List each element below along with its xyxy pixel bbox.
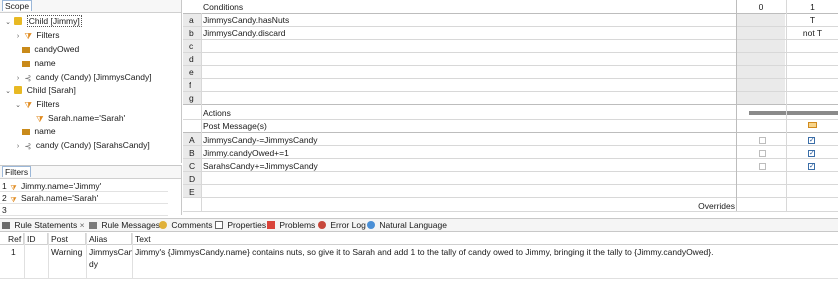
action-checkbox-col1[interactable]: ✓: [808, 163, 815, 170]
action-checkbox-col1[interactable]: ✓: [808, 137, 815, 144]
filter-row[interactable]: 1 ⧩ Jimmy.name='Jimmy': [0, 180, 168, 192]
error-log-icon: [318, 221, 326, 229]
natural-language-icon: [367, 221, 375, 229]
scope-tab[interactable]: Scope: [2, 0, 33, 11]
tree-item-label: Filters: [36, 30, 60, 40]
column-header-id[interactable]: ID: [24, 233, 48, 245]
filters-panel: Filters 1 ⧩ Jimmy.name='Jimmy' 2 ⧩ Sarah…: [0, 165, 182, 216]
tab-rule-messages[interactable]: Rule Messages: [89, 219, 160, 232]
problems-icon: [267, 221, 275, 229]
tab-comments[interactable]: Comments: [159, 219, 212, 232]
rule-post-severity: Warning: [51, 247, 83, 257]
tree-item-candy-jimmy[interactable]: › ⊰ candy (Candy) [JimmysCandy]: [14, 71, 152, 84]
rule-alias-wrap: dy: [89, 259, 98, 269]
tree-item-label: Child [Jimmy]: [26, 15, 82, 27]
tab-label: Comments: [171, 220, 213, 230]
attribute-icon: [22, 61, 30, 67]
close-icon[interactable]: ×: [80, 220, 85, 230]
tree-item-sarah-filter[interactable]: ⧩ Sarah.name='Sarah': [36, 112, 125, 125]
action-checkbox-col1[interactable]: ✓: [808, 150, 815, 157]
action-checkbox-col0[interactable]: [759, 137, 766, 144]
tree-item-filters-jimmy[interactable]: › ⧩ Filters: [14, 29, 60, 43]
filter-expression: Sarah.name='Sarah': [21, 193, 99, 203]
association-icon: ⊰: [24, 141, 32, 151]
rulesheet-grid: Conditions 0 1 a JimmysCandy.hasNuts T b…: [183, 0, 838, 216]
tree-item-filters-sarah[interactable]: ⌄ ⧩ Filters: [14, 98, 59, 111]
tree-item-child-sarah[interactable]: ⌄ Child [Sarah]: [4, 84, 76, 97]
filter-row-number: 2: [2, 193, 7, 203]
tab-label: Rule Messages: [101, 220, 160, 230]
tab-label: Problems: [279, 220, 316, 230]
filter-icon: ⧩: [24, 31, 32, 41]
tree-item-label: Child [Sarah]: [26, 85, 76, 95]
filter-expression: Jimmy.name='Jimmy': [21, 181, 102, 191]
column-header-text[interactable]: Text: [132, 233, 832, 245]
tab-label: Rule Statements: [14, 220, 78, 230]
attribute-icon: [22, 129, 30, 135]
bottom-tab-bar: Rule Statements × Rule Messages Comments…: [0, 218, 838, 232]
tree-item-label: candy (Candy) [JimmysCandy]: [35, 72, 152, 82]
filter-row[interactable]: 3: [0, 204, 168, 216]
tab-label: Properties: [227, 220, 267, 230]
tree-item-label: Sarah.name='Sarah': [47, 113, 126, 123]
rule-messages-icon: [89, 222, 97, 229]
filter-row-number: 3: [2, 205, 7, 215]
association-icon: ⊰: [24, 73, 32, 83]
collapse-arrow-icon[interactable]: ⌄: [4, 16, 12, 29]
comments-icon: [159, 221, 167, 229]
attribute-icon: [22, 47, 30, 53]
tab-natural-language[interactable]: Natural Language: [367, 219, 447, 232]
table-row[interactable]: 1 Warning JimmysCan dy Jimmy's {JimmysCa…: [0, 246, 838, 276]
filter-icon: ⧩: [10, 185, 17, 192]
rule-alias: JimmysCan: [89, 247, 134, 257]
rule-statements-icon: [2, 222, 10, 229]
tab-label: Error Log: [330, 220, 366, 230]
tree-item-candyowed[interactable]: candyOwed: [22, 43, 79, 56]
tree-item-name-sarah[interactable]: name: [22, 125, 56, 138]
filters-tab-header: Filters: [0, 166, 181, 179]
tab-problems[interactable]: Problems: [267, 219, 315, 232]
tab-error-log[interactable]: Error Log: [318, 219, 366, 232]
expand-arrow-icon[interactable]: ›: [14, 30, 22, 43]
tree-item-label: Filters: [36, 99, 60, 109]
filter-row[interactable]: 2 ⧩ Sarah.name='Sarah': [0, 192, 168, 204]
filter-icon: ⧩: [24, 100, 32, 110]
folder-icon: [14, 86, 23, 94]
rule-text: Jimmy's {JimmysCandy.name} contains nuts…: [135, 247, 714, 257]
collapse-arrow-icon[interactable]: ⌄: [14, 99, 22, 112]
tab-properties[interactable]: Properties: [215, 219, 266, 232]
filter-icon: ⧩: [10, 197, 17, 204]
scroll-indicator[interactable]: [749, 111, 838, 115]
tab-rule-statements[interactable]: Rule Statements ×: [2, 219, 85, 232]
column-header-ref[interactable]: Ref: [5, 233, 24, 245]
column-header-alias[interactable]: Alias: [86, 233, 132, 245]
folder-icon: [14, 17, 23, 25]
action-checkbox-col0[interactable]: [759, 163, 766, 170]
expand-arrow-icon[interactable]: ›: [14, 140, 22, 153]
action-checkbox-col0[interactable]: [759, 150, 766, 157]
tree-item-candy-sarah[interactable]: › ⊰ candy (Candy) [SarahsCandy]: [14, 139, 150, 152]
filter-row-number: 1: [2, 181, 7, 191]
collapse-arrow-icon[interactable]: ⌄: [4, 85, 12, 98]
filter-icon: ⧩: [36, 114, 44, 124]
scope-panel: Scope ⌄ Child [Jimmy] › ⧩ Filters candyO…: [0, 0, 182, 163]
filters-tab[interactable]: Filters: [2, 166, 32, 177]
tab-label: Natural Language: [379, 220, 447, 230]
tree-item-label: name: [34, 58, 56, 68]
properties-icon: [215, 221, 223, 229]
tree-item-name-jimmy[interactable]: name: [22, 57, 56, 70]
column-header-post[interactable]: Post: [48, 233, 86, 245]
rule-ref: 1: [11, 247, 16, 257]
post-message-icon: [808, 122, 817, 128]
rule-statements-header: Ref ID Post Alias Text: [0, 233, 838, 245]
tree-item-label: candyOwed: [34, 44, 80, 54]
tree-item-label: name: [34, 126, 56, 136]
scope-tab-header: Scope: [0, 0, 181, 13]
tree-item-child-jimmy[interactable]: ⌄ Child [Jimmy]: [4, 15, 82, 28]
tree-item-label: candy (Candy) [SarahsCandy]: [35, 140, 150, 150]
